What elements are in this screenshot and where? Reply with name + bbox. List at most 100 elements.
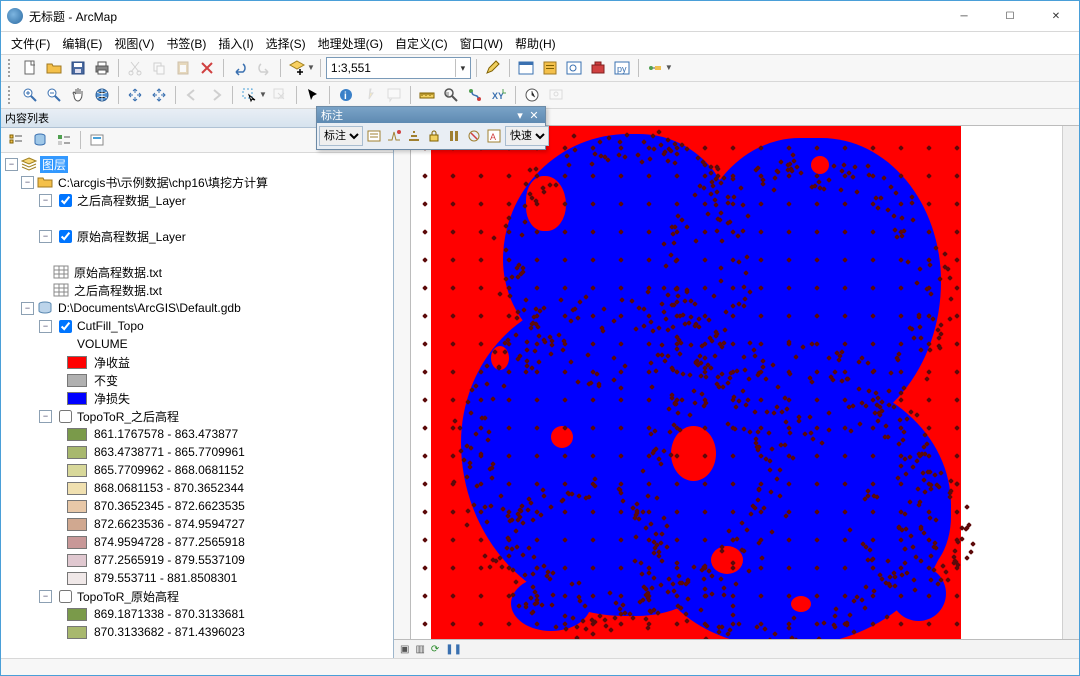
tree-label[interactable]: TopoToR_原始高程 <box>75 588 181 605</box>
label-priority-button[interactable] <box>385 125 403 147</box>
menu-help[interactable]: 帮助(H) <box>509 33 562 54</box>
zoom-out-button[interactable] <box>43 84 65 106</box>
save-button[interactable] <box>67 57 89 79</box>
fixed-zoom-in-button[interactable] <box>124 84 146 106</box>
zoom-in-button[interactable] <box>19 84 41 106</box>
redo-button[interactable] <box>253 57 275 79</box>
tree-class-row[interactable]: 869.1871338 - 870.3133681 <box>3 605 393 623</box>
tree-class-row[interactable]: 861.1767578 - 863.473877 <box>3 425 393 443</box>
abbrev-dict-button[interactable]: A <box>485 125 503 147</box>
label-manager-button[interactable] <box>365 125 383 147</box>
print-button[interactable] <box>91 57 113 79</box>
list-by-source-button[interactable] <box>29 129 51 151</box>
data-view-tab[interactable]: ▣ <box>400 644 409 655</box>
tree-label[interactable]: CutFill_Topo <box>75 319 146 333</box>
tree-label[interactable]: TopoToR_之后高程 <box>75 408 181 425</box>
collapse-icon[interactable]: − <box>39 410 52 423</box>
layout-view-tab[interactable]: ▥ <box>415 644 424 655</box>
full-extent-button[interactable] <box>91 84 113 106</box>
menu-window[interactable]: 窗口(W) <box>454 33 509 54</box>
tree-class-row[interactable]: 863.4738771 - 865.7709961 <box>3 443 393 461</box>
paste-button[interactable] <box>172 57 194 79</box>
menu-customize[interactable]: 自定义(C) <box>389 33 454 54</box>
tree-label[interactable]: 原始高程数据_Layer <box>75 228 188 245</box>
measure-button[interactable] <box>416 84 438 106</box>
tree-gdb[interactable]: − D:\Documents\ArcGIS\Default.gdb <box>3 299 393 317</box>
delete-button[interactable] <box>196 57 218 79</box>
view-unplaced-button[interactable] <box>465 125 483 147</box>
menu-bookmarks[interactable]: 书签(B) <box>160 33 212 54</box>
pause-drawing-icon[interactable]: ❚❚ <box>445 644 462 655</box>
tree-cutfill[interactable]: − CutFill_Topo <box>3 317 393 335</box>
collapse-icon[interactable]: − <box>5 158 18 171</box>
search-window-button[interactable] <box>563 57 585 79</box>
tree-class-row[interactable]: 874.9594728 - 877.2565918 <box>3 533 393 551</box>
hyperlink-button[interactable] <box>359 84 381 106</box>
collapse-icon[interactable]: − <box>21 176 34 189</box>
clear-selection-button[interactable] <box>269 84 291 106</box>
find-route-button[interactable] <box>464 84 486 106</box>
map-canvas[interactable]: // procedurally scatter the point layer … <box>411 126 1062 639</box>
maximize-button[interactable]: ☐ <box>987 1 1033 31</box>
collapse-icon[interactable]: − <box>39 230 52 243</box>
toc-button[interactable] <box>515 57 537 79</box>
list-by-drawing-order-button[interactable] <box>5 129 27 151</box>
menu-file[interactable]: 文件(F) <box>5 33 56 54</box>
select-features-button[interactable] <box>238 84 260 106</box>
tree-class-row[interactable]: 865.7709962 - 868.0681152 <box>3 461 393 479</box>
tree-label[interactable]: 之后高程数据.txt <box>72 282 164 299</box>
menu-view[interactable]: 视图(V) <box>108 33 160 54</box>
tree-label[interactable]: 之后高程数据_Layer <box>75 192 188 209</box>
pan-button[interactable] <box>67 84 89 106</box>
lock-labels-button[interactable] <box>425 125 443 147</box>
select-elements-button[interactable] <box>302 84 324 106</box>
labeling-toolbar-dropdown-icon[interactable]: ▾ <box>513 109 527 122</box>
scale-input[interactable] <box>327 59 455 77</box>
add-data-button[interactable] <box>286 57 308 79</box>
list-by-visibility-button[interactable] <box>53 129 75 151</box>
menu-insert[interactable]: 插入(I) <box>212 33 259 54</box>
tree-class-row[interactable]: 870.3133682 - 871.4396023 <box>3 623 393 641</box>
tree-txt-before[interactable]: 原始高程数据.txt <box>3 263 393 281</box>
tree-label[interactable]: C:\arcgis书\示例数据\chp16\填挖方计算 <box>56 174 270 191</box>
scale-dropdown-arrow[interactable]: ▾ <box>455 59 470 77</box>
toc-tree[interactable]: − 图层 − C:\arcgis书\示例数据\chp16\填挖方计算 − 之后高… <box>1 153 393 658</box>
undo-button[interactable] <box>229 57 251 79</box>
layer-visibility-checkbox[interactable] <box>59 194 72 207</box>
labeling-toolbar-close-icon[interactable]: ✕ <box>527 109 541 122</box>
layer-visibility-checkbox[interactable] <box>59 590 72 603</box>
collapse-icon[interactable]: − <box>39 194 52 207</box>
html-popup-button[interactable] <box>383 84 405 106</box>
tree-cutfill-field[interactable]: VOLUME <box>3 335 393 353</box>
open-button[interactable] <box>43 57 65 79</box>
model-builder-button[interactable] <box>644 57 666 79</box>
go-to-xy-button[interactable]: XY <box>488 84 510 106</box>
tree-class-row[interactable]: 净收益 <box>3 353 393 371</box>
python-window-button[interactable]: py <box>611 57 633 79</box>
scale-combobox[interactable]: ▾ <box>326 57 471 79</box>
tree-class-row[interactable]: 879.553711 - 881.8508301 <box>3 569 393 587</box>
tree-class-row[interactable]: 868.0681153 - 870.3652344 <box>3 479 393 497</box>
collapse-icon[interactable]: − <box>39 320 52 333</box>
map-scrollbar-vertical[interactable] <box>1062 126 1079 639</box>
labeling-quality-select[interactable]: 快速 <box>505 126 549 146</box>
menu-select[interactable]: 选择(S) <box>260 33 312 54</box>
tree-label[interactable]: D:\Documents\ArcGIS\Default.gdb <box>56 301 243 315</box>
tree-class-row[interactable]: 877.2565919 - 879.5537109 <box>3 551 393 569</box>
tree-class-row[interactable]: 净损失 <box>3 389 393 407</box>
identify-button[interactable]: i <box>335 84 357 106</box>
toolbar-grip[interactable] <box>8 59 14 77</box>
list-by-selection-button[interactable] <box>86 129 108 151</box>
next-extent-button[interactable] <box>205 84 227 106</box>
tree-class-row[interactable]: 870.3652345 - 872.6623535 <box>3 497 393 515</box>
collapse-icon[interactable]: − <box>39 590 52 603</box>
tree-root[interactable]: − 图层 <box>3 155 393 173</box>
new-doc-button[interactable] <box>19 57 41 79</box>
prev-extent-button[interactable] <box>181 84 203 106</box>
tree-layer-after[interactable]: − 之后高程数据_Layer <box>3 191 393 209</box>
tree-root-label[interactable]: 图层 <box>40 156 68 173</box>
tree-topo-after[interactable]: − TopoToR_之后高程 <box>3 407 393 425</box>
labeling-toolbar-titlebar[interactable]: 标注 ▾ ✕ <box>317 107 545 123</box>
collapse-icon[interactable]: − <box>21 302 34 315</box>
create-viewer-button[interactable] <box>545 84 567 106</box>
